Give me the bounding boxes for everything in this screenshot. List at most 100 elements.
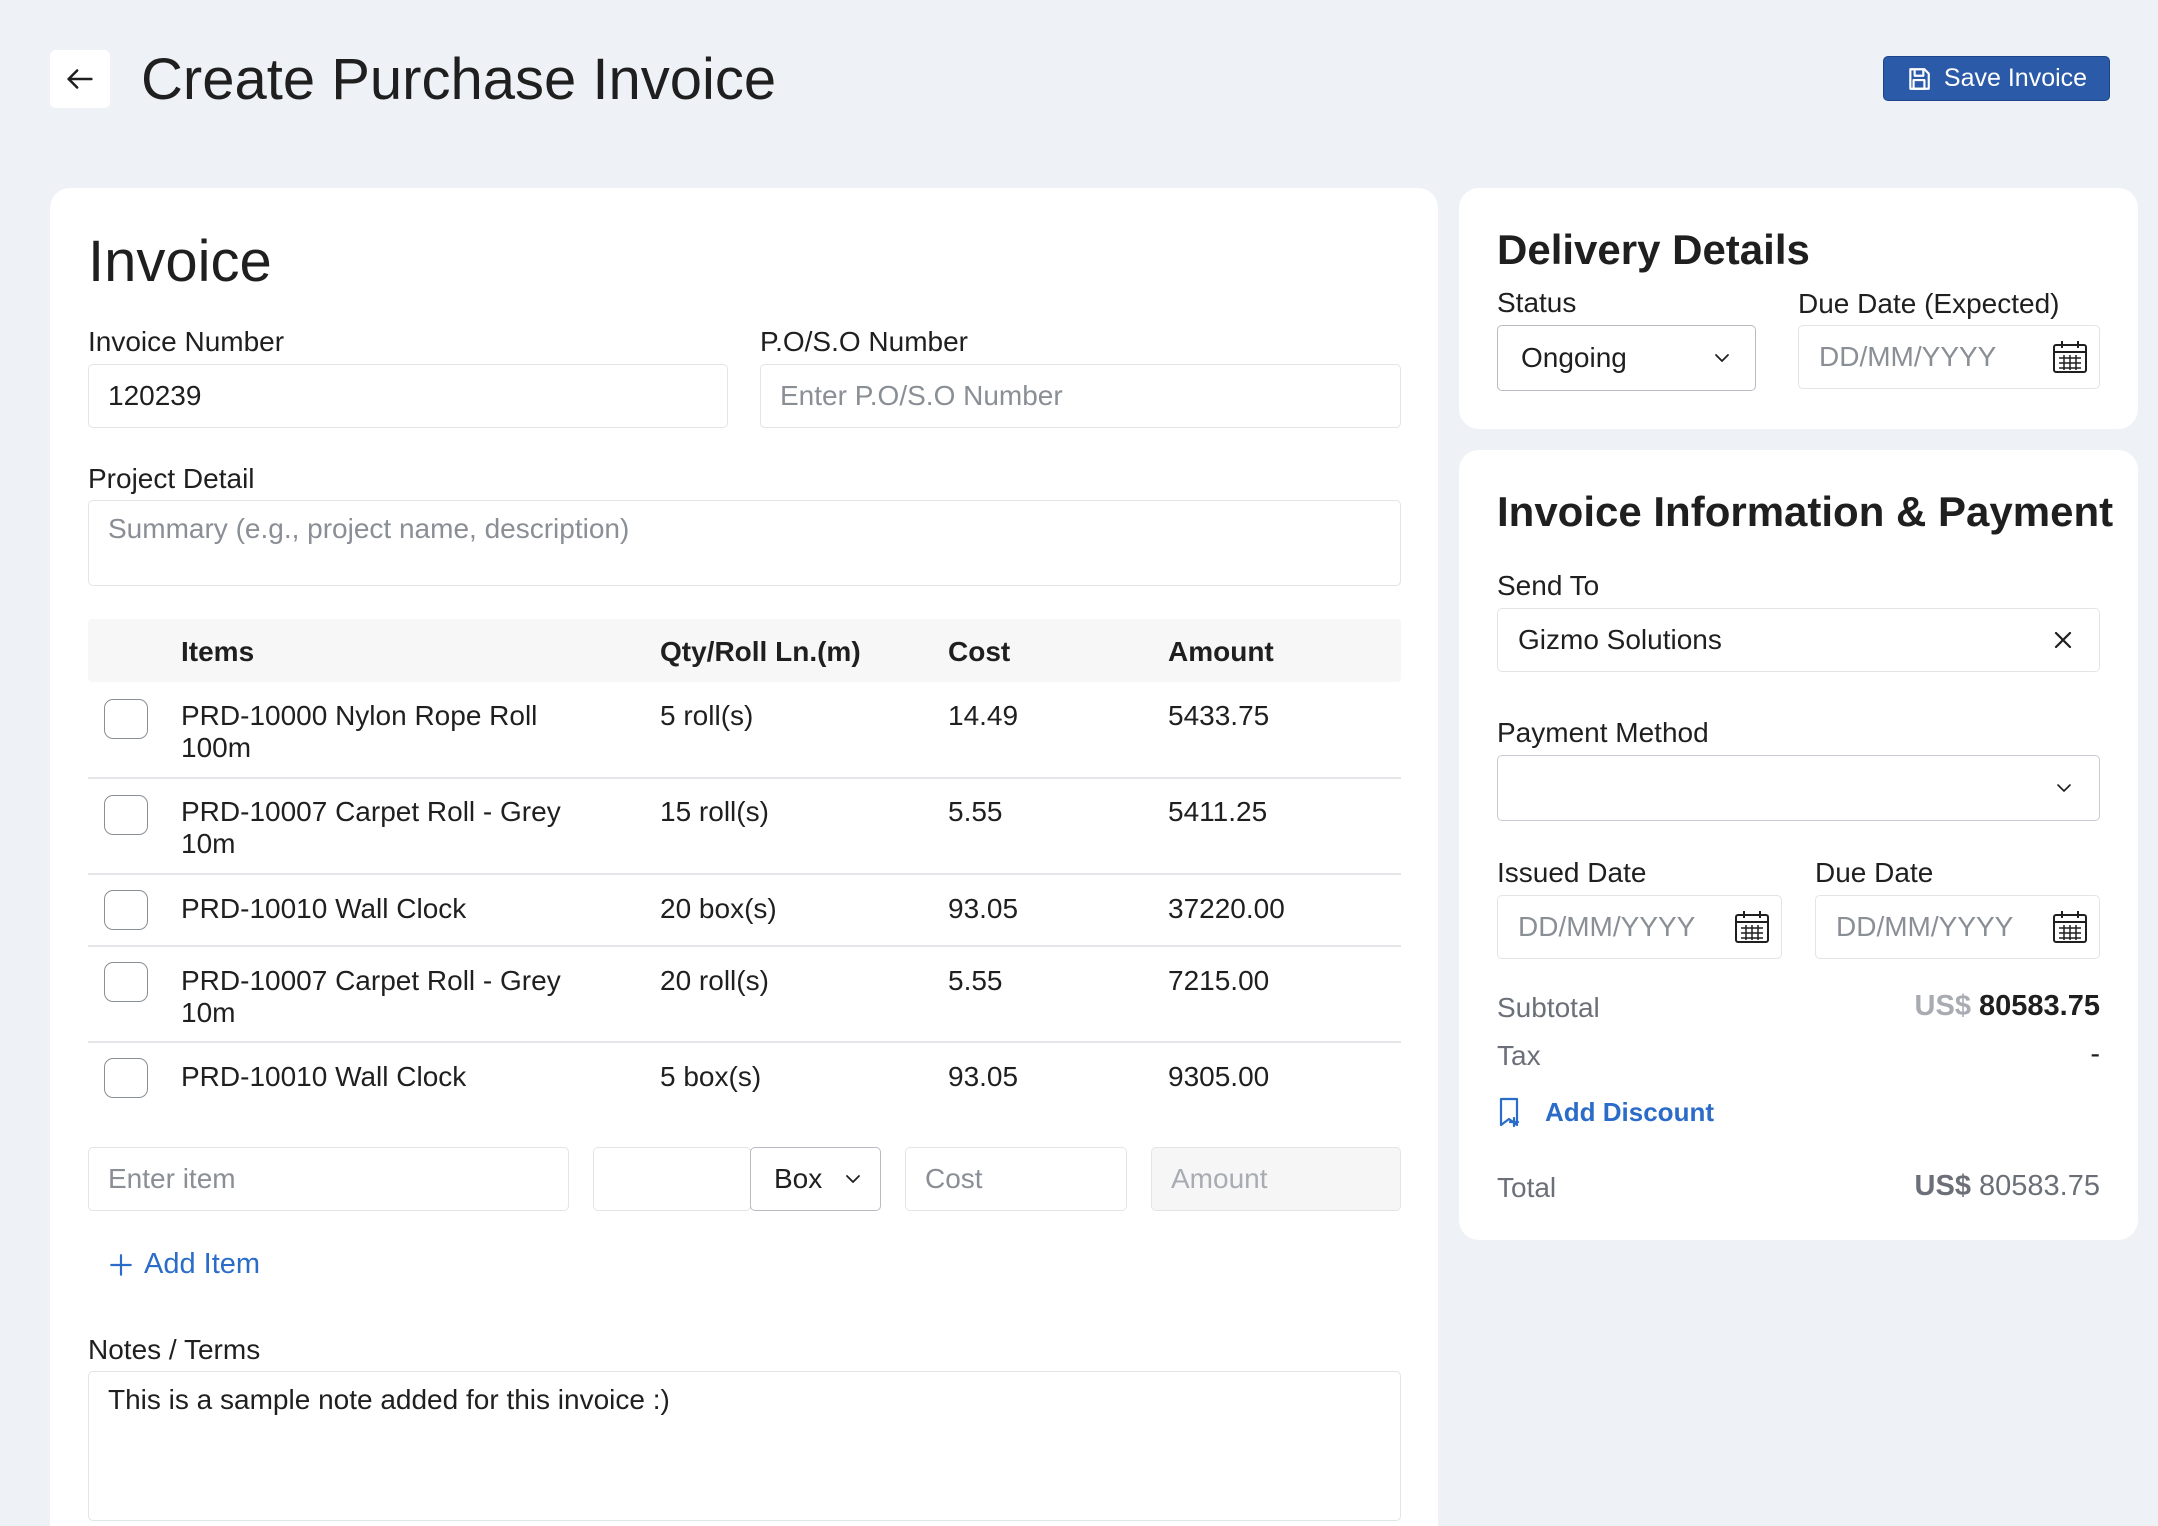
tax-label: Tax	[1497, 1040, 1541, 1071]
new-item-input[interactable]: Enter item	[88, 1147, 569, 1211]
col-amount: Amount	[1168, 636, 1274, 667]
item-length: 10m	[181, 997, 236, 1028]
chevron-down-icon	[846, 1175, 860, 1183]
total-currency: US$	[1914, 1170, 1971, 1202]
tax-value: -	[2090, 1038, 2100, 1070]
total-amount: US$ 80583.75	[1915, 1170, 2100, 1203]
table-row-cost: 14.49	[948, 700, 1019, 731]
chevron-down-icon	[1715, 354, 1729, 362]
item-length: 10m	[181, 828, 236, 859]
back-button[interactable]	[50, 50, 110, 108]
table-row-cost: 93.05	[948, 1061, 1019, 1092]
calendar-icon[interactable]	[2051, 909, 2089, 945]
new-qty-input[interactable]	[593, 1147, 751, 1211]
issued-date-placeholder: DD/MM/YYYY	[1518, 911, 1696, 942]
table-row-cost: 5.55	[948, 796, 1003, 827]
add-discount-label: Add Discount	[1545, 1096, 1714, 1127]
status-select[interactable]: Ongoing	[1497, 325, 1756, 391]
row-divider	[88, 1041, 1401, 1043]
notes-textarea[interactable]: This is a sample note added for this inv…	[88, 1371, 1401, 1521]
add-item-label: Add Item	[144, 1248, 261, 1280]
subtotal-value: 80583.75	[1979, 990, 2100, 1022]
row-checkbox[interactable]	[104, 795, 148, 835]
subtotal-amount: US$ 80583.75	[1915, 990, 2100, 1023]
col-cost: Cost	[948, 636, 1011, 667]
invoice-number-label: Invoice Number	[88, 326, 285, 357]
due-date-label: Due Date	[1815, 857, 1934, 888]
total-value: 80583.75	[1979, 1170, 2100, 1202]
table-row-amount: 7215.00	[1168, 965, 1270, 996]
item-length: 100m	[181, 732, 252, 763]
invoice-number-value: 120239	[108, 380, 202, 411]
item-name: PRD-10007 Carpet Roll - Grey	[181, 796, 561, 827]
po-number-placeholder: Enter P.O/S.O Number	[780, 380, 1063, 411]
invoice-number-input[interactable]: 120239	[88, 364, 728, 428]
status-value: Ongoing	[1521, 342, 1627, 373]
table-row-qty: 5 roll(s)	[660, 700, 754, 731]
project-detail-textarea[interactable]: Summary (e.g., project name, description…	[88, 500, 1401, 586]
expected-due-date-input[interactable]: DD/MM/YYYY	[1798, 325, 2100, 389]
save-invoice-label: Save Invoice	[1943, 64, 2088, 92]
item-name: PRD-10010 Wall Clock	[181, 893, 467, 924]
unit-select[interactable]: Box	[750, 1147, 881, 1211]
payment-method-select[interactable]	[1497, 755, 2100, 821]
table-row-amount: 5411.25	[1168, 796, 1268, 827]
project-detail-placeholder: Summary (e.g., project name, description…	[108, 513, 630, 544]
table-row-qty: 20 box(s)	[660, 893, 777, 924]
table-row-amount: 9305.00	[1168, 1061, 1270, 1092]
row-checkbox[interactable]	[104, 1058, 148, 1098]
item-name: PRD-10010 Wall Clock	[181, 1061, 467, 1092]
new-amount-placeholder: Amount	[1171, 1163, 1268, 1194]
send-to-value: Gizmo Solutions	[1518, 624, 1722, 655]
table-row-amount: 37220.00	[1168, 893, 1285, 924]
send-to-input[interactable]: Gizmo Solutions	[1497, 608, 2100, 672]
subtotal-label: Subtotal	[1497, 992, 1600, 1023]
chevron-down-icon	[2057, 784, 2071, 792]
table-row-qty: 5 box(s)	[660, 1061, 762, 1092]
add-discount-button[interactable]: Add Discount	[1497, 1096, 1714, 1128]
table-row-cost: 5.55	[948, 965, 1003, 996]
po-number-input[interactable]: Enter P.O/S.O Number	[760, 364, 1401, 428]
plus-icon	[110, 1253, 132, 1276]
row-divider	[88, 945, 1401, 947]
table-row-item: PRD-10010 Wall Clock	[181, 1061, 466, 1093]
notes-value: This is a sample note added for this inv…	[108, 1384, 670, 1415]
expected-due-placeholder: DD/MM/YYYY	[1819, 341, 1997, 372]
close-icon[interactable]	[2053, 630, 2073, 650]
calendar-icon[interactable]	[1733, 909, 1771, 945]
new-cost-placeholder: Cost	[925, 1163, 983, 1194]
status-label: Status	[1497, 287, 1577, 318]
payment-method-label: Payment Method	[1497, 717, 1709, 748]
row-checkbox[interactable]	[104, 890, 148, 930]
table-row-item: PRD-10007 Carpet Roll - Grey 10m	[181, 965, 561, 1029]
table-row-item: PRD-10010 Wall Clock	[181, 893, 466, 925]
total-label: Total	[1497, 1172, 1557, 1203]
project-detail-label: Project Detail	[88, 463, 255, 494]
invoice-heading: Invoice	[88, 229, 272, 294]
issued-date-input[interactable]: DD/MM/YYYY	[1497, 895, 1782, 959]
row-checkbox[interactable]	[104, 699, 148, 739]
payment-heading: Invoice Information & Payment	[1497, 488, 2114, 535]
item-name: PRD-10007 Carpet Roll - Grey	[181, 965, 561, 996]
row-checkbox[interactable]	[104, 962, 148, 1002]
calendar-icon[interactable]	[2051, 339, 2089, 375]
table-row-amount: 5433.75	[1168, 700, 1270, 731]
save-invoice-button[interactable]: Save Invoice	[1883, 56, 2110, 101]
new-cost-input[interactable]: Cost	[905, 1147, 1127, 1211]
subtotal-currency: US$	[1914, 990, 1971, 1022]
add-item-button[interactable]: Add Item	[108, 1248, 260, 1281]
bookmark-plus-icon	[1499, 1097, 1520, 1128]
due-date-input[interactable]: DD/MM/YYYY	[1815, 895, 2100, 959]
item-name: PRD-10000 Nylon Rope Roll	[181, 700, 538, 731]
new-amount-input: Amount	[1151, 1147, 1401, 1211]
table-row-qty: 15 roll(s)	[660, 796, 769, 827]
table-row-cost: 93.05	[948, 893, 1019, 924]
due-date-placeholder: DD/MM/YYYY	[1836, 911, 2014, 942]
send-to-label: Send To	[1497, 570, 1600, 601]
floppy-disk-icon	[1909, 67, 1930, 90]
expected-due-label: Due Date (Expected)	[1798, 288, 2060, 319]
issued-date-label: Issued Date	[1497, 857, 1647, 888]
notes-label: Notes / Terms	[88, 1334, 261, 1365]
row-divider	[88, 777, 1401, 779]
unit-value: Box	[774, 1163, 823, 1194]
